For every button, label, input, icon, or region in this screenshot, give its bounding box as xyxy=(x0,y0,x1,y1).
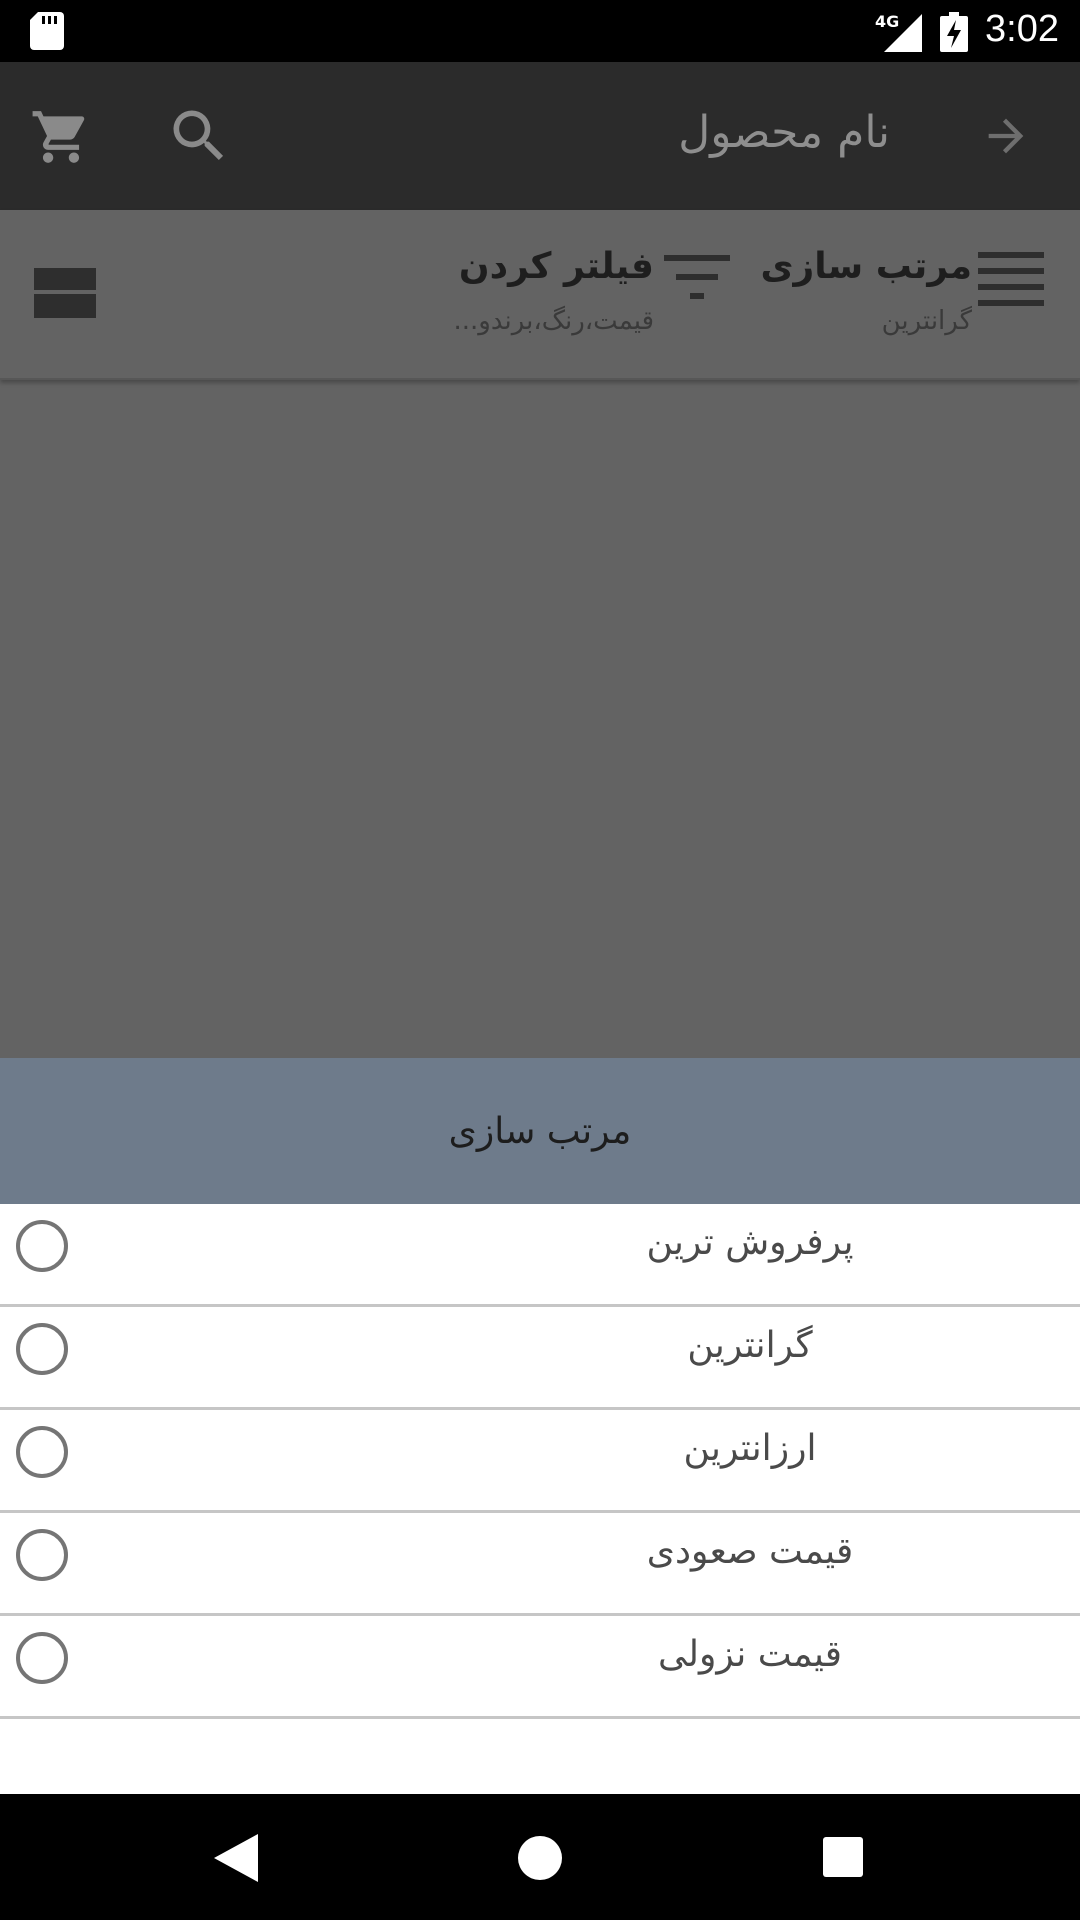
sort-option-bestselling[interactable]: پرفروش ترین xyxy=(0,1204,1080,1307)
sort-title: مرتب سازی xyxy=(760,246,972,287)
radio-button[interactable] xyxy=(16,1220,68,1272)
view-stream-icon[interactable] xyxy=(34,268,96,318)
option-label: گرانترین xyxy=(687,1325,813,1366)
app-bar: نام محصول xyxy=(0,62,1080,210)
option-label: ارزانترین xyxy=(683,1428,817,1469)
radio-button[interactable] xyxy=(16,1323,68,1375)
filter-title: فیلتر کردن xyxy=(458,246,654,287)
page-title: نام محصول xyxy=(678,107,890,158)
clock: 3:02 xyxy=(985,8,1059,50)
filter-subtitle: قیمت،رنگ،برندو... xyxy=(453,306,655,336)
sort-options-list: پرفروش ترین گرانترین ارزانترین قیمت صعود… xyxy=(0,1204,1080,1719)
dim-overlay[interactable] xyxy=(0,380,1080,1058)
sort-bottom-sheet: مرتب سازی پرفروش ترین گرانترین ارزانترین… xyxy=(0,1058,1080,1794)
nav-recents-icon[interactable] xyxy=(823,1837,863,1877)
signal-icon xyxy=(884,14,922,52)
sort-option-price-descending[interactable]: قیمت نزولی xyxy=(0,1616,1080,1719)
system-nav-bar xyxy=(0,1794,1080,1920)
radio-button[interactable] xyxy=(16,1529,68,1581)
option-label: قیمت صعودی xyxy=(646,1531,854,1572)
radio-button[interactable] xyxy=(16,1426,68,1478)
arrow-back-icon[interactable] xyxy=(980,110,1032,162)
sheet-title: مرتب سازی xyxy=(448,1110,632,1152)
option-label: قیمت نزولی xyxy=(658,1634,842,1675)
sd-card-icon xyxy=(30,12,64,50)
battery-charging-icon xyxy=(940,12,968,52)
nav-back-icon[interactable] xyxy=(214,1834,258,1882)
filter-icon xyxy=(664,255,730,299)
radio-button[interactable] xyxy=(16,1632,68,1684)
sort-option-most-expensive[interactable]: گرانترین xyxy=(0,1307,1080,1410)
search-icon[interactable] xyxy=(165,102,233,170)
status-bar: 4G 3:02 xyxy=(0,0,1080,62)
option-label: پرفروش ترین xyxy=(646,1222,854,1263)
sort-option-price-ascending[interactable]: قیمت صعودی xyxy=(0,1513,1080,1616)
sort-option-cheapest[interactable]: ارزانترین xyxy=(0,1410,1080,1513)
cart-icon[interactable] xyxy=(30,106,92,168)
sort-lines-icon xyxy=(978,252,1044,306)
sort-filter-bar: فیلتر کردن قیمت،رنگ،برندو... مرتب سازی گ… xyxy=(0,210,1080,380)
sheet-header: مرتب سازی xyxy=(0,1058,1080,1204)
sort-subtitle: گرانترین xyxy=(881,306,972,336)
nav-home-icon[interactable] xyxy=(518,1836,562,1880)
